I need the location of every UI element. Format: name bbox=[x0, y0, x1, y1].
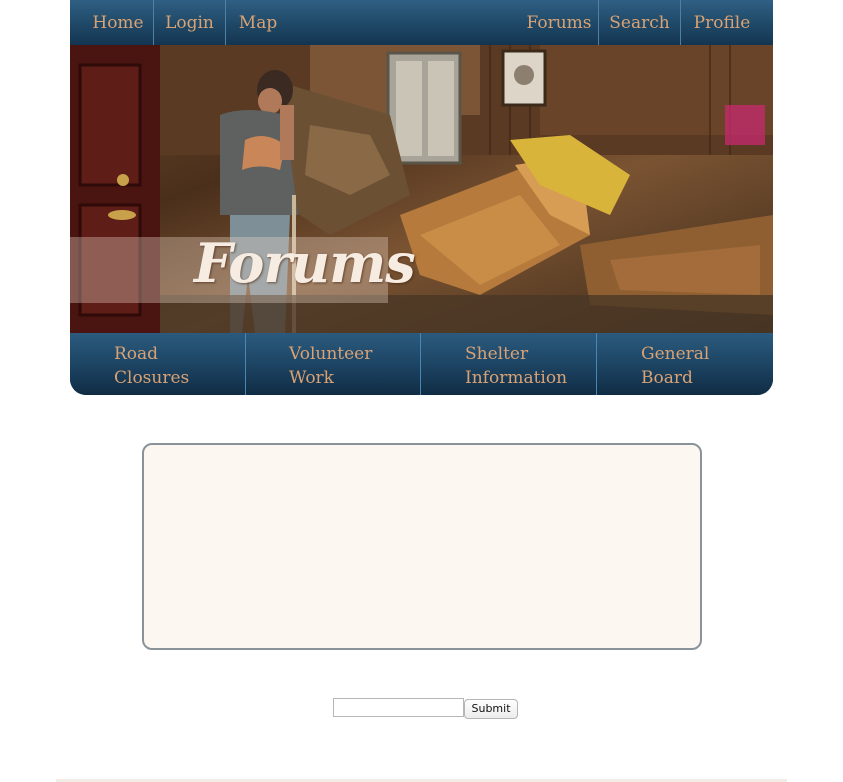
nav-forums-link[interactable]: Forums bbox=[520, 0, 598, 45]
category-label-line2: Information bbox=[465, 368, 568, 388]
forum-content-box bbox=[142, 443, 702, 650]
category-label-line2: Work bbox=[289, 368, 334, 388]
category-shelter-information[interactable]: Shelter Information bbox=[465, 342, 595, 390]
header-frame: Home Login Map Forums Search Profile For… bbox=[70, 0, 773, 395]
category-label-line1: Volunteer bbox=[289, 344, 373, 364]
category-divider bbox=[245, 333, 246, 395]
category-nav: Road Closures Volunteer Work Shelter Inf… bbox=[70, 333, 773, 395]
hero-image: Forums bbox=[70, 45, 773, 333]
post-input[interactable] bbox=[333, 698, 464, 717]
category-divider bbox=[596, 333, 597, 395]
category-label-line2: Closures bbox=[114, 368, 190, 388]
category-label-line2: Board bbox=[641, 368, 693, 388]
nav-map-link[interactable]: Map bbox=[226, 0, 290, 45]
page-title: Forums bbox=[194, 231, 416, 295]
category-volunteer-work[interactable]: Volunteer Work bbox=[289, 342, 419, 390]
nav-search-link[interactable]: Search bbox=[599, 0, 680, 45]
top-nav: Home Login Map Forums Search Profile bbox=[70, 0, 773, 45]
category-general-board[interactable]: General Board bbox=[641, 342, 771, 390]
nav-profile-link[interactable]: Profile bbox=[681, 0, 763, 45]
nav-home-link[interactable]: Home bbox=[84, 0, 152, 45]
nav-login-link[interactable]: Login bbox=[154, 0, 225, 45]
page: Home Login Map Forums Search Profile For… bbox=[0, 0, 843, 782]
category-label-line1: Shelter bbox=[465, 344, 529, 364]
category-road-closures[interactable]: Road Closures bbox=[114, 342, 244, 390]
submit-button[interactable]: Submit bbox=[464, 699, 518, 719]
category-divider bbox=[420, 333, 421, 395]
category-label-line1: Road bbox=[114, 344, 159, 364]
category-label-line1: General bbox=[641, 344, 710, 364]
